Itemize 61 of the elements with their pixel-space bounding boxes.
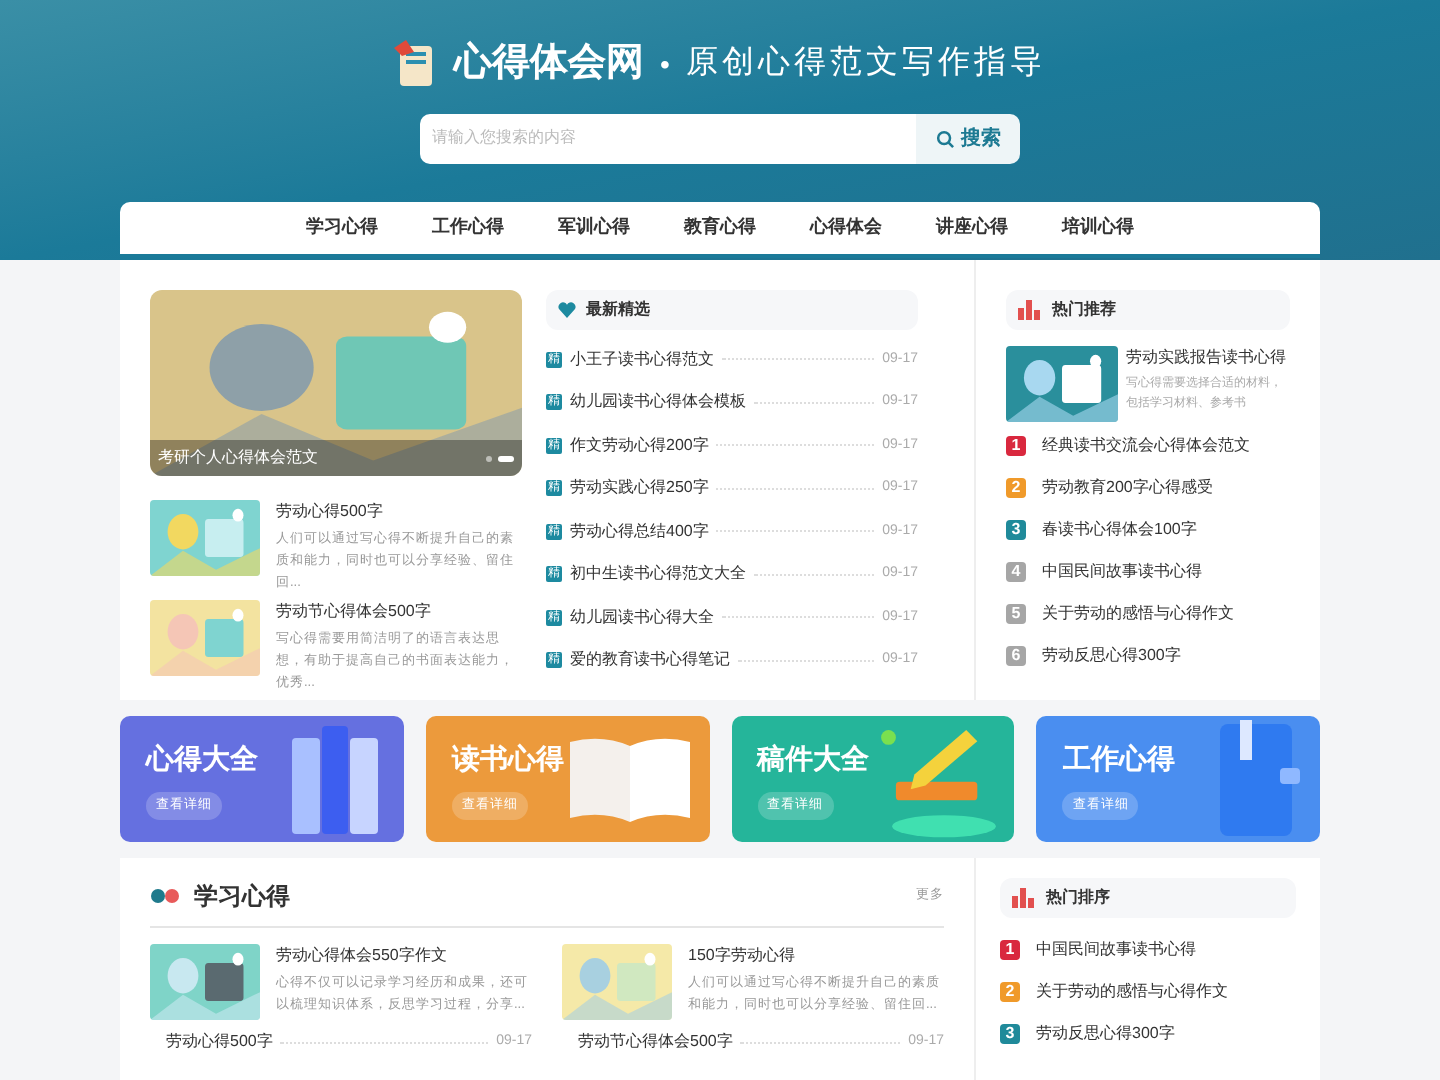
site-name: 心得体会网 bbox=[454, 39, 645, 88]
category-title: 工作心得 bbox=[1062, 740, 1175, 779]
hot-article-link[interactable]: 中国民间故事读书心得 bbox=[1042, 559, 1202, 583]
search-icon bbox=[935, 129, 953, 147]
rank-badge: 5 bbox=[1006, 603, 1026, 623]
nav-link[interactable]: 学习心得 bbox=[306, 214, 378, 242]
nav-link[interactable]: 心得体会 bbox=[810, 214, 882, 242]
rank-badge: 6 bbox=[1006, 645, 1026, 665]
latest-article-link[interactable]: 初中生读书心得范文大全 bbox=[570, 562, 746, 587]
carousel-caption: 考研个人心得体会范文 bbox=[158, 446, 318, 470]
latest-article-link[interactable]: 小王子读书心得范文 bbox=[570, 347, 714, 372]
article-title[interactable]: 劳动心得体会550字作文 bbox=[276, 944, 532, 968]
article-title[interactable]: 劳动节心得体会500字 bbox=[276, 600, 522, 624]
category-title: 读书心得 bbox=[451, 740, 564, 779]
hot-article-link[interactable]: 关于劳动的感悟与心得作文 bbox=[1036, 979, 1228, 1003]
hot-article-link[interactable]: 劳动教育200字心得感受 bbox=[1042, 475, 1213, 499]
nav-link[interactable]: 培训心得 bbox=[1062, 214, 1134, 242]
hot-article-link[interactable]: 关于劳动的感悟与心得作文 bbox=[1042, 601, 1234, 625]
article-title[interactable]: 150字劳动心得 bbox=[688, 944, 944, 968]
open-book-drawing bbox=[565, 733, 693, 825]
dots-icon bbox=[150, 888, 182, 904]
category-title: 心得大全 bbox=[146, 740, 258, 779]
hot-article-link[interactable]: 经典读书交流会心得体会范文 bbox=[1042, 433, 1250, 457]
carousel-dot[interactable] bbox=[486, 455, 492, 461]
study-article-link[interactable]: 劳动节心得体会500字 bbox=[562, 1030, 733, 1054]
latest-article-link[interactable]: 作文劳动心得200字 bbox=[570, 433, 709, 458]
latest-article-link[interactable]: 幼儿园读书心得体会模板 bbox=[570, 390, 746, 415]
section-title: 最新精选 bbox=[586, 298, 650, 322]
nav-link[interactable]: 讲座心得 bbox=[936, 214, 1008, 242]
bar-chart-icon bbox=[1018, 300, 1042, 320]
latest-article-link[interactable]: 劳动实践心得250字 bbox=[570, 476, 709, 501]
bar-chart-icon bbox=[1012, 888, 1036, 908]
rank-badge: 3 bbox=[1006, 519, 1026, 539]
rank-badge: 3 bbox=[1000, 1023, 1020, 1043]
rank-badge: 4 bbox=[1006, 561, 1026, 581]
latest-article-link[interactable]: 幼儿园读书心得大全 bbox=[570, 605, 714, 630]
hot-article-link[interactable]: 中国民间故事读书心得 bbox=[1036, 937, 1196, 961]
hot-article-link[interactable]: 劳动反思心得300字 bbox=[1036, 1021, 1175, 1045]
rank-badge: 1 bbox=[1000, 939, 1020, 959]
search-button[interactable]: 搜索 bbox=[916, 113, 1020, 163]
hot-article-link[interactable]: 劳动反思心得300字 bbox=[1042, 643, 1181, 667]
rank-badge: 2 bbox=[1006, 477, 1026, 497]
site-slogan: 原创心得范文写作指导 bbox=[685, 43, 1046, 85]
study-article-link[interactable]: 劳动心得500字 bbox=[150, 1030, 273, 1054]
search-field[interactable]: 请输入您搜索的内容 bbox=[420, 113, 916, 163]
category-title: 稿件大全 bbox=[757, 740, 869, 779]
article-title[interactable]: 劳动心得500字 bbox=[276, 500, 522, 524]
section-title: 热门推荐 bbox=[1052, 298, 1116, 322]
hot-article-link[interactable]: 春读书心得体会100字 bbox=[1042, 517, 1197, 541]
rank-badge: 2 bbox=[1000, 981, 1020, 1001]
latest-article-link[interactable]: 爱的教育读书心得笔记 bbox=[570, 648, 730, 673]
latest-article-link[interactable]: 劳动心得总结400字 bbox=[570, 519, 709, 544]
heart-icon bbox=[558, 302, 576, 318]
nav-link[interactable]: 教育心得 bbox=[684, 214, 756, 242]
separator-dot: • bbox=[660, 45, 670, 84]
section-title: 热门排序 bbox=[1046, 886, 1110, 910]
rank-badge: 1 bbox=[1006, 435, 1026, 455]
nav-link[interactable]: 工作心得 bbox=[432, 214, 504, 242]
nav-link[interactable]: 军训心得 bbox=[558, 214, 630, 242]
article-title[interactable]: 劳动实践报告读书心得 bbox=[1126, 346, 1290, 370]
section-title: 学习心得 bbox=[194, 880, 292, 914]
